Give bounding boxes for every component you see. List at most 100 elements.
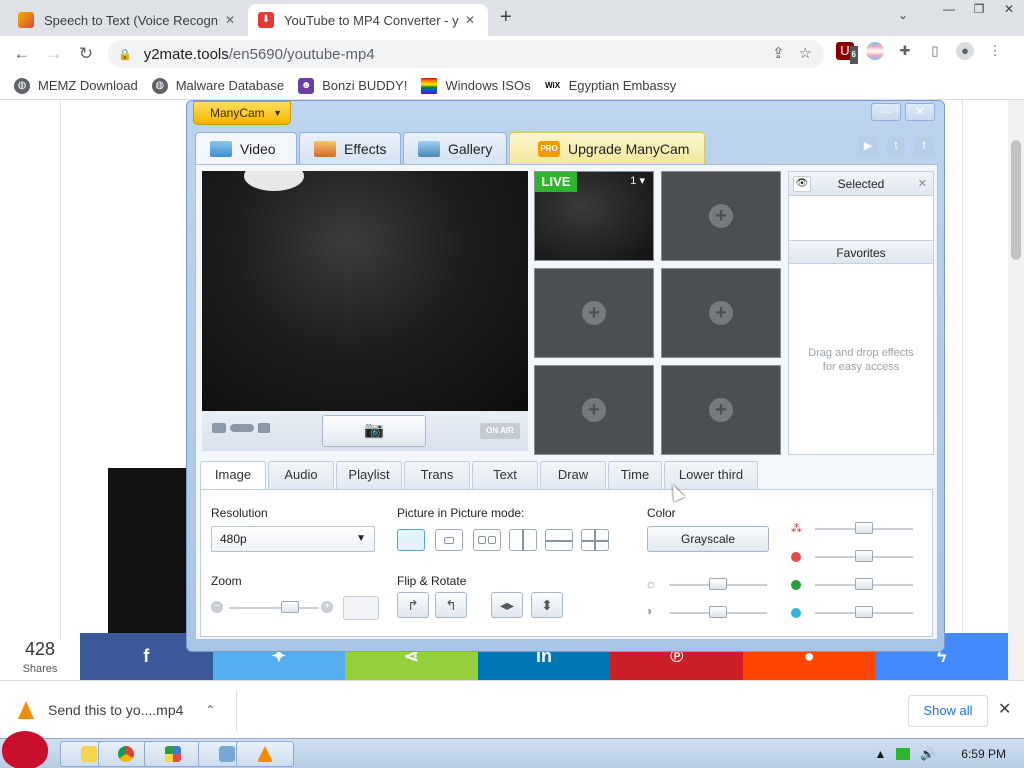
pip-mode-none[interactable] xyxy=(397,529,425,551)
pip-mode-quad[interactable] xyxy=(581,529,609,551)
green-slider[interactable] xyxy=(815,578,913,590)
add-source-icon[interactable]: + xyxy=(582,301,606,325)
resolution-select[interactable]: 480p ▼ xyxy=(211,526,375,552)
eye-icon[interactable]: 👁 xyxy=(793,176,811,192)
subtab-text[interactable]: Text xyxy=(472,461,538,489)
lock-icon[interactable]: 🔒 xyxy=(118,48,132,61)
rotate-left-button[interactable]: ↰ xyxy=(435,592,467,618)
close-download-bar-icon[interactable]: ✕ xyxy=(998,699,1011,719)
slider-knob[interactable] xyxy=(281,601,299,613)
source-slot-empty[interactable]: + xyxy=(661,365,781,455)
red-slider[interactable] xyxy=(815,550,913,562)
rotate-right-button[interactable]: ↱ xyxy=(397,592,429,618)
slider-knob[interactable] xyxy=(709,606,727,618)
tab-upgrade-manycam[interactable]: PRO Upgrade ManyCam xyxy=(509,132,705,164)
flip-horizontal-button[interactable]: ◂▸ xyxy=(491,592,523,618)
minimize-icon[interactable]: — xyxy=(871,103,901,121)
close-icon[interactable]: ✕ xyxy=(905,103,935,121)
pip-mode-double[interactable] xyxy=(473,529,501,551)
tray-expand-icon[interactable]: ▲ xyxy=(874,747,886,761)
volume-icon[interactable]: 🔊 xyxy=(920,747,935,761)
taskbar-vlc[interactable] xyxy=(236,741,294,767)
bookmark-malware-db[interactable]: ◍ Malware Database xyxy=(151,77,284,94)
page-scrollbar[interactable] xyxy=(1008,100,1024,680)
close-tab-icon[interactable]: ✕ xyxy=(462,13,478,27)
tab-effects[interactable]: Effects xyxy=(299,132,401,164)
back-arrow-icon[interactable]: ← xyxy=(10,42,34,66)
close-tab-icon[interactable]: ✕ xyxy=(222,13,238,27)
source-slot-empty[interactable]: + xyxy=(661,171,781,261)
show-all-button[interactable]: Show all xyxy=(908,695,988,727)
source-slot-empty[interactable]: + xyxy=(534,268,654,358)
flip-vertical-button[interactable]: ⬍ xyxy=(531,592,563,618)
browser-tab-y2mate[interactable]: ⬇ YouTube to MP4 Converter - y ✕ xyxy=(248,4,488,36)
source-slot-live[interactable]: LIVE 1 ▾ xyxy=(534,171,654,261)
pride-extension-icon[interactable] xyxy=(866,42,884,60)
pip-mode-vertical-split[interactable] xyxy=(509,529,537,551)
tab-search-chevron-icon[interactable]: ⌄ xyxy=(898,8,908,22)
bookmark-memz[interactable]: ◍ MEMZ Download xyxy=(14,77,138,94)
bookmark-star-icon[interactable]: ☆ xyxy=(799,44,812,62)
add-source-icon[interactable]: + xyxy=(709,398,733,422)
taskbar-manycam[interactable] xyxy=(144,741,202,767)
ublock-extension-icon[interactable]: U6 xyxy=(836,42,858,64)
twitter-icon[interactable]: t xyxy=(887,137,905,155)
bookmark-bonzi[interactable]: ☻ Bonzi BUDDY! xyxy=(298,77,407,94)
blue-slider[interactable] xyxy=(815,606,913,618)
puzzle-extensions-icon[interactable]: ✚ xyxy=(896,42,914,60)
toggle-switch[interactable] xyxy=(230,424,254,432)
angry-bird-start-icon[interactable] xyxy=(2,731,48,768)
close-icon[interactable]: ✕ xyxy=(918,172,927,196)
add-source-icon[interactable]: + xyxy=(582,398,606,422)
pip-mode-horizontal-split[interactable] xyxy=(545,529,573,551)
add-source-icon[interactable]: + xyxy=(709,301,733,325)
subtab-draw[interactable]: Draw xyxy=(540,461,606,489)
slider-knob[interactable] xyxy=(709,578,727,590)
reload-icon[interactable]: ↻ xyxy=(74,42,98,66)
close-window-icon[interactable]: ✕ xyxy=(994,0,1024,20)
tab-gallery[interactable]: Gallery xyxy=(403,132,507,164)
zoom-out-icon[interactable]: − xyxy=(211,601,223,613)
new-tab-button[interactable]: + xyxy=(500,6,512,29)
profile-avatar-icon[interactable]: ● xyxy=(956,42,974,60)
subtab-audio[interactable]: Audio xyxy=(268,461,334,489)
bookmark-egyptian-embassy[interactable]: WiX Egyptian Embassy xyxy=(545,78,676,94)
tab-video[interactable]: Video xyxy=(195,132,297,165)
share-page-icon[interactable]: ⇪ xyxy=(772,44,785,62)
bookmark-windows-isos[interactable]: Windows ISOs xyxy=(421,77,531,94)
zoom-slider[interactable] xyxy=(229,601,319,613)
zoom-reset-button[interactable] xyxy=(343,596,379,620)
scrollbar-thumb[interactable] xyxy=(1011,140,1021,260)
grayscale-button[interactable]: Grayscale xyxy=(647,526,769,552)
slider-knob[interactable] xyxy=(855,522,873,534)
clock[interactable]: 6:59 PM xyxy=(961,747,1006,761)
address-bar[interactable]: 🔒 y2mate.tools/en5690/youtube-mp4 ⇪ ☆ xyxy=(108,40,824,68)
subtab-playlist[interactable]: Playlist xyxy=(336,461,402,489)
battery-icon[interactable] xyxy=(896,748,911,760)
manycam-menu-button[interactable]: ManyCam ▼ xyxy=(193,101,291,125)
zoom-in-icon[interactable]: + xyxy=(321,601,333,613)
forward-arrow-icon[interactable]: → xyxy=(42,42,66,66)
browser-tab-speech[interactable]: Speech to Text (Voice Recogn ✕ xyxy=(8,4,248,36)
download-item[interactable]: Send this to yo....mp4 ⌃ xyxy=(18,701,215,719)
snapshot-button[interactable]: 📷 xyxy=(322,415,426,447)
add-source-icon[interactable]: + xyxy=(709,204,733,228)
video-thumbnail[interactable] xyxy=(108,468,194,636)
menu-kebab-icon[interactable]: ⋮ xyxy=(986,42,1004,60)
slider-knob[interactable] xyxy=(855,606,873,618)
slider-knob[interactable] xyxy=(855,550,873,562)
facebook-icon[interactable]: f xyxy=(915,137,933,155)
side-panel-icon[interactable]: ▯ xyxy=(926,42,944,60)
source-slot-empty[interactable]: + xyxy=(534,365,654,455)
live-index[interactable]: 1 ▾ xyxy=(630,174,645,187)
contrast-slider[interactable] xyxy=(669,606,767,618)
subtab-time[interactable]: Time xyxy=(608,461,662,489)
source-slot-empty[interactable]: + xyxy=(661,268,781,358)
subtab-trans[interactable]: Trans xyxy=(404,461,470,489)
pip-mode-small[interactable] xyxy=(435,529,463,551)
youtube-icon[interactable]: ▶ xyxy=(859,137,877,155)
slider-knob[interactable] xyxy=(855,578,873,590)
restore-icon[interactable]: ❐ xyxy=(964,0,994,20)
minimize-icon[interactable]: — xyxy=(934,0,964,20)
video-photo-toggle[interactable] xyxy=(212,423,270,433)
